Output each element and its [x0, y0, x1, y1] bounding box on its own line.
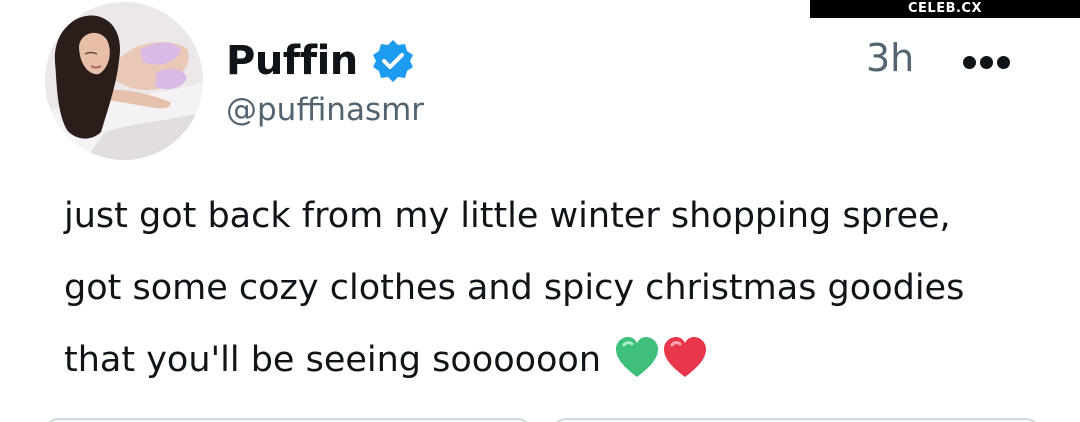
- timestamp[interactable]: 3h: [866, 36, 914, 80]
- tweet-line: that you'll be seeing soooooon: [64, 340, 602, 380]
- author-name-row[interactable]: Puffin: [226, 34, 416, 88]
- profile-photo: [45, 2, 203, 160]
- tweet-post: CELEB.CX Puffin @puffinasmr 3h just got …: [0, 0, 1080, 422]
- watermark-text: CELEB.CX: [908, 1, 982, 16]
- author-handle[interactable]: @puffinasmr: [226, 92, 424, 128]
- more-options-button[interactable]: [953, 44, 1019, 80]
- media-thumbnail[interactable]: [552, 418, 1040, 422]
- display-name[interactable]: Puffin: [226, 38, 358, 84]
- red-heart-icon: [662, 334, 708, 380]
- tweet-line: just got back from my little winter shop…: [64, 196, 951, 236]
- watermark-banner: CELEB.CX: [810, 0, 1080, 18]
- tweet-text: just got back from my little winter shop…: [64, 180, 1064, 396]
- tweet-line-with-emoji: that you'll be seeing soooooon: [64, 324, 1064, 396]
- tweet-line: got some cozy clothes and spicy christma…: [64, 268, 965, 308]
- media-thumbnail[interactable]: [44, 418, 532, 422]
- more-options-icon: [961, 55, 1012, 69]
- verified-badge-icon: [370, 38, 416, 84]
- green-heart-icon: [614, 334, 660, 380]
- avatar[interactable]: [45, 2, 203, 160]
